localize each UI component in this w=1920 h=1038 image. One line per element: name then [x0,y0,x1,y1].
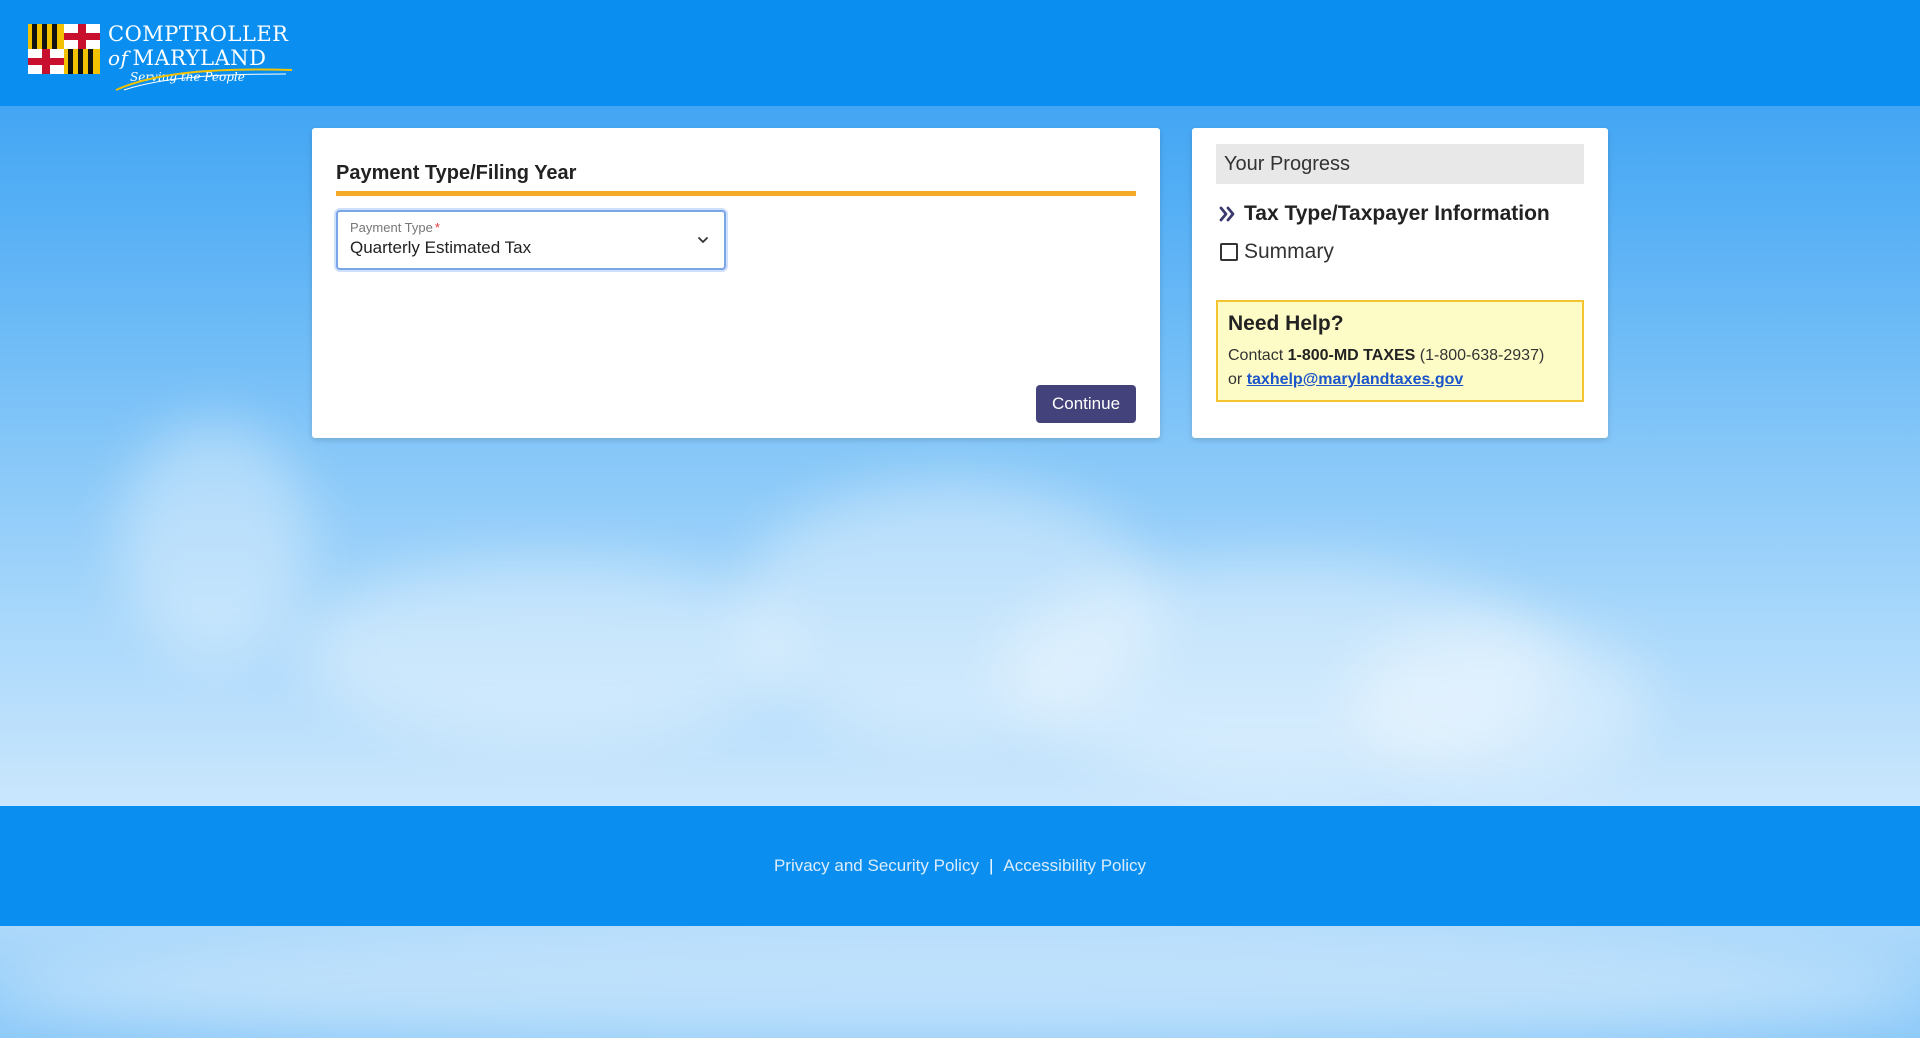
accessibility-policy-link[interactable]: Accessibility Policy [1003,856,1146,876]
help-phone-name: 1-800-MD TAXES [1287,347,1416,364]
help-contact-prefix: Contact [1228,347,1284,364]
progress-step-label: Summary [1244,240,1334,263]
site-footer: Privacy and Security Policy | Accessibil… [0,806,1920,926]
continue-button[interactable]: Continue [1036,385,1136,423]
logo-swoosh-icon [115,68,293,91]
help-contact-line: Contact 1-800-MD TAXES (1-800-638-2937) [1228,344,1572,368]
privacy-policy-link[interactable]: Privacy and Security Policy [774,856,979,876]
need-help-box: Need Help? Contact 1-800-MD TAXES (1-800… [1216,300,1584,402]
payment-type-card: Payment Type/Filing Year Payment Type * Q… [312,128,1160,438]
help-phone-number: (1-800-638-2937) [1419,347,1545,364]
payment-type-select[interactable]: Payment Type * Quarterly Estimated Tax [336,210,726,270]
progress-step-tax-type: Tax Type/Taxpayer Information [1218,202,1550,226]
double-chevron-right-icon [1219,206,1235,222]
help-email-link[interactable]: taxhelp@marylandtaxes.gov [1247,371,1464,388]
progress-step-summary: Summary [1218,240,1334,264]
payment-type-value: Quarterly Estimated Tax [350,238,532,257]
progress-step-label: Tax Type/Taxpayer Information [1244,202,1550,225]
progress-heading: Your Progress [1216,144,1584,184]
logo-line1: COMPTROLLER [108,22,289,46]
maryland-flag-icon [28,24,100,74]
footer-separator: | [988,856,994,875]
checkbox-empty-icon [1220,243,1238,261]
section-title: Payment Type/Filing Year [336,162,1136,196]
required-asterisk: * [434,220,440,235]
help-title: Need Help? [1228,312,1344,335]
payment-type-label: Payment Type * [350,220,440,235]
help-or-text: or [1228,371,1243,388]
chevron-down-icon [698,237,708,243]
payment-type-label-text: Payment Type [350,220,433,235]
progress-card: Your Progress Tax Type/Taxpayer Informat… [1192,128,1608,438]
site-header: COMPTROLLER of MARYLAND Serving the Peopl… [0,0,1920,106]
comptroller-logo[interactable]: COMPTROLLER of MARYLAND Serving the Peopl… [28,22,293,91]
help-email-line: or taxhelp@marylandtaxes.gov [1228,368,1572,392]
